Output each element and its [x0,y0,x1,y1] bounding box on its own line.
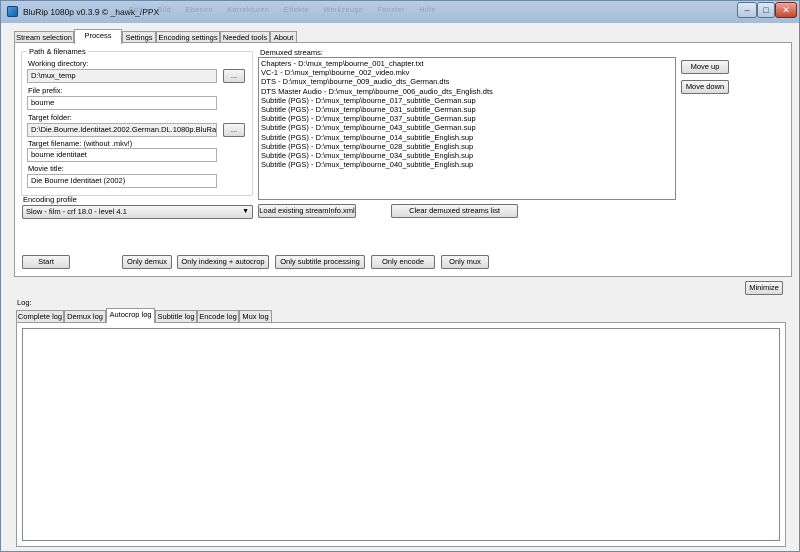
minimize-button[interactable]: Minimize [745,281,783,295]
list-item[interactable]: VC-1 - D:\mux_temp\bourne_002_video.mkv [261,68,673,77]
browse-target-folder-button[interactable]: ... [223,123,245,137]
ghost-menu-item: Ebenen [185,7,213,14]
tab-mux-log[interactable]: Mux log [239,310,272,322]
list-item[interactable]: Chapters - D:\mux_temp\bourne_001_chapte… [261,59,673,68]
start-button[interactable]: Start [22,255,70,269]
encoding-profile-select[interactable]: Slow - film - crf 18.0 - level 4.1 ▼ [22,205,253,219]
log-tabs: Complete log Demux log Autocrop log Subt… [16,308,276,323]
tab-subtitle-log[interactable]: Subtitle log [155,310,197,322]
list-item[interactable]: Subtitle (PGS) - D:\mux_temp\bourne_031_… [261,105,673,114]
chevron-down-icon: ▼ [242,208,249,215]
list-item[interactable]: DTS Master Audio - D:\mux_temp\bourne_00… [261,87,673,96]
only-encode-button[interactable]: Only encode [371,255,435,269]
log-label: Log: [17,298,32,307]
list-item[interactable]: Subtitle (PGS) - D:\mux_temp\bourne_043_… [261,123,673,132]
title-bar[interactable]: BluRip 1080p v0.3.9 © _hawk_/PPX Edit Bi… [1,1,799,23]
encoding-profile-label: Encoding profile [23,195,77,204]
log-panel [16,322,786,547]
movie-title-field[interactable]: Die Bourne Identitaet (2002) [27,174,217,188]
target-filename-label: Target filename: (without .mkv!) [28,139,133,148]
file-prefix-label: File prefix: [28,86,63,95]
list-item[interactable]: Subtitle (PGS) - D:\mux_temp\bourne_037_… [261,114,673,123]
tab-autocrop-log[interactable]: Autocrop log [106,308,155,323]
demuxed-streams-list[interactable]: Chapters - D:\mux_temp\bourne_001_chapte… [258,57,676,200]
ghost-menu-item: Korrekturen [227,7,270,14]
move-down-button[interactable]: Move down [681,80,729,94]
list-item[interactable]: Subtitle (PGS) - D:\mux_temp\bourne_028_… [261,142,673,151]
working-directory-label: Working directory: [28,59,89,68]
ghost-menu-item: Hilfe [419,7,436,14]
working-directory-field[interactable]: D:\mux_temp [27,69,217,83]
ghost-menu-item: Effekte [283,7,309,14]
ghost-menu-item: Fenster [377,7,405,14]
load-streaminfo-button[interactable]: Load existing streamInfo.xml [258,204,356,218]
list-item[interactable]: DTS - D:\mux_temp\bourne_009_audio_dts_G… [261,77,673,86]
window-minimize-button[interactable]: – [737,2,757,18]
encoding-profile-value: Slow - film - crf 18.0 - level 4.1 [26,207,127,216]
main-tabs: Stream selection Process Settings Encodi… [14,29,314,44]
target-folder-field[interactable]: D:\Die.Bourne.Identitaet.2002.German.DL.… [27,123,217,137]
list-item[interactable]: Subtitle (PGS) - D:\mux_temp\bourne_017_… [261,96,673,105]
group-title: Path & filenames [27,47,88,56]
list-item[interactable]: Subtitle (PGS) - D:\mux_temp\bourne_034_… [261,151,673,160]
demuxed-streams-label: Demuxed streams: [260,48,323,57]
log-textarea[interactable] [22,328,780,541]
only-subtitle-processing-button[interactable]: Only subtitle processing [275,255,365,269]
clear-demuxed-streams-button[interactable]: Clear demuxed streams list [391,204,518,218]
tab-encode-log[interactable]: Encode log [197,310,239,322]
ghost-menu-item: Bild [157,7,172,14]
window-maximize-button[interactable]: □ [757,2,775,18]
window-close-button[interactable]: ✕ [775,2,797,18]
ghost-menu-bar: Edit Bild Ebenen Korrekturen Effekte Wer… [129,7,448,14]
only-indexing-autocrop-button[interactable]: Only indexing + autocrop [177,255,269,269]
list-item[interactable]: Subtitle (PGS) - D:\mux_temp\bourne_014_… [261,133,673,142]
browse-working-directory-button[interactable]: ... [223,69,245,83]
only-demux-button[interactable]: Only demux [122,255,172,269]
tab-demux-log[interactable]: Demux log [64,310,106,322]
only-mux-button[interactable]: Only mux [441,255,489,269]
tab-complete-log[interactable]: Complete log [16,310,64,322]
target-filename-field[interactable]: bourne identitaet [27,148,217,162]
app-icon [7,6,18,17]
main-window: BluRip 1080p v0.3.9 © _hawk_/PPX Edit Bi… [0,0,800,552]
movie-title-label: Movie title: [28,164,64,173]
list-item[interactable]: Subtitle (PGS) - D:\mux_temp\bourne_040_… [261,160,673,169]
tab-process[interactable]: Process [74,29,122,44]
process-panel: Path & filenames Working directory: D:\m… [14,42,792,277]
ghost-menu-item: Edit [129,7,144,14]
target-folder-label: Target folder: [28,113,72,122]
move-up-button[interactable]: Move up [681,60,729,74]
file-prefix-field[interactable]: bourne [27,96,217,110]
ghost-menu-item: Werkzeuge [323,7,364,14]
